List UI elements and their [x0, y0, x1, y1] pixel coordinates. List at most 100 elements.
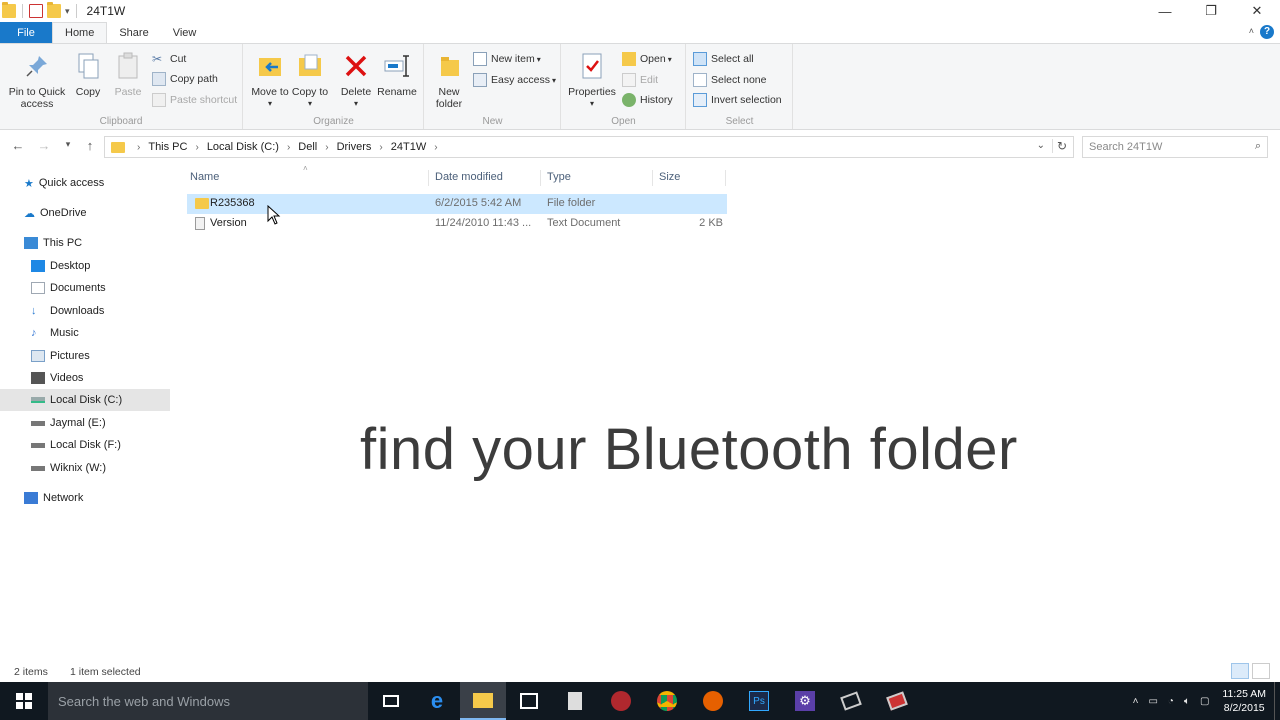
properties-icon — [576, 50, 608, 82]
nav-item-this-pc[interactable]: This PC — [24, 232, 194, 254]
action-center-icon[interactable]: ▢ — [1195, 696, 1214, 707]
tab-home[interactable]: Home — [52, 22, 108, 43]
forward-button[interactable]: → — [34, 138, 54, 153]
file-type: Text Document — [547, 217, 621, 229]
new-folder-button[interactable]: New folder — [431, 50, 467, 110]
properties-button[interactable]: Properties ▾ — [566, 50, 618, 110]
chevron-right-icon: › — [325, 141, 329, 153]
firefox-button[interactable] — [690, 682, 736, 720]
taskbar-clock[interactable]: 11:25 AM 8/2/2015 — [1214, 687, 1274, 715]
move-to-button[interactable]: Move to ▾ — [250, 50, 290, 110]
copy-path-button[interactable]: Copy path — [152, 70, 218, 88]
nav-item-downloads[interactable]: ↓ Downloads — [31, 300, 201, 322]
nav-item-quick-access[interactable]: ★ Quick access — [24, 172, 194, 194]
column-header-date-modified[interactable]: Date modified — [435, 171, 503, 183]
paste-shortcut-button[interactable]: Paste shortcut — [152, 91, 237, 109]
show-desktop-button[interactable] — [1274, 682, 1280, 720]
breadcrumb-drivers[interactable]: Drivers › — [337, 141, 391, 153]
taskbar-search-box[interactable]: Search the web and Windows — [48, 682, 368, 720]
copy-button[interactable]: Copy — [72, 50, 104, 98]
nav-item-music[interactable]: ♪ Music — [31, 322, 201, 344]
recent-locations-button[interactable]: ▾ — [58, 139, 78, 150]
paste-button[interactable]: Paste — [112, 50, 144, 98]
nav-item-local-disk-c[interactable]: Local Disk (C:) — [0, 389, 170, 411]
store-button[interactable] — [506, 682, 552, 720]
refresh-icon[interactable]: ↻ — [1051, 139, 1067, 153]
up-button[interactable]: ↑ — [80, 138, 100, 153]
nav-item-onedrive[interactable]: ☁ OneDrive — [24, 202, 194, 224]
search-box[interactable]: Search 24T1W ⌕ — [1082, 136, 1268, 158]
minimize-button[interactable]: — — [1142, 0, 1188, 22]
large-icons-view-button[interactable] — [1252, 663, 1270, 679]
notepad-button[interactable] — [552, 682, 598, 720]
invert-selection-button[interactable]: Invert selection — [693, 91, 782, 109]
file-date: 6/2/2015 5:42 AM — [435, 197, 522, 209]
tab-share[interactable]: Share — [107, 22, 160, 43]
back-button[interactable]: ← — [8, 138, 28, 153]
nav-item-desktop[interactable]: Desktop — [31, 255, 201, 277]
restore-button[interactable]: ❐ — [1188, 0, 1234, 22]
details-view-button[interactable] — [1231, 663, 1249, 679]
breadcrumb-local-disk-c[interactable]: Local Disk (C:) › — [207, 141, 298, 153]
taskbar: Search the web and Windows e Ps ⚙ ˄ ▭ ◔ … — [0, 682, 1280, 720]
tab-view[interactable]: View — [161, 22, 209, 43]
music-player-button[interactable] — [598, 682, 644, 720]
column-header-name[interactable]: Name — [190, 171, 219, 183]
start-button[interactable] — [0, 682, 48, 720]
photoshop-button[interactable]: Ps — [736, 682, 782, 720]
package-icon — [840, 691, 862, 711]
selection-count: 1 item selected — [70, 666, 141, 678]
help-icon[interactable]: ? — [1260, 25, 1274, 39]
new-folder-icon[interactable] — [47, 2, 61, 18]
nav-item-pictures[interactable]: Pictures — [31, 345, 201, 367]
close-button[interactable]: ✕ — [1234, 0, 1280, 22]
customize-qat-icon[interactable]: ▾ — [65, 6, 70, 17]
chrome-button[interactable] — [644, 682, 690, 720]
address-dropdown-icon[interactable]: ⌄ — [1037, 140, 1045, 151]
new-item-button[interactable]: New item ▾ — [473, 50, 541, 68]
nav-item-videos[interactable]: Videos — [31, 367, 201, 389]
file-explorer-button[interactable] — [460, 682, 506, 720]
tab-file[interactable]: File — [0, 22, 52, 43]
edit-button[interactable]: Edit — [622, 71, 658, 89]
rename-button[interactable]: Rename — [377, 50, 417, 98]
collapse-ribbon-icon[interactable]: ˄ — [1249, 26, 1254, 36]
easy-access-button[interactable]: Easy access ▾ — [473, 71, 556, 89]
breadcrumb-this-pc[interactable]: This PC › — [148, 141, 206, 153]
open-button[interactable]: Open ▾ — [622, 50, 672, 68]
nav-item-documents[interactable]: Documents — [31, 277, 201, 299]
battery-icon[interactable]: ▭ — [1143, 696, 1162, 707]
status-bar: 2 items 1 item selected — [0, 662, 1280, 682]
breadcrumb-dell[interactable]: Dell › — [298, 141, 336, 153]
window-title: 24T1W — [86, 4, 126, 18]
gear-icon: ⚙ — [795, 691, 815, 711]
network-tray-icon[interactable]: ◔ — [1163, 696, 1179, 707]
breadcrumb-24t1w[interactable]: 24T1W › — [391, 141, 446, 153]
properties-icon[interactable] — [29, 4, 43, 18]
nav-item-network[interactable]: Network — [24, 487, 194, 509]
nav-item-wiknix-w[interactable]: Wiknix (W:) — [31, 457, 201, 479]
volume-icon[interactable]: 🔈︎ — [1179, 696, 1195, 707]
column-header-size[interactable]: Size — [659, 171, 680, 183]
history-button[interactable]: History — [622, 91, 673, 109]
delete-button[interactable]: Delete ▾ — [336, 50, 376, 110]
ribbon: Pin to Quick access Copy Paste ✂ Cut Cop… — [0, 43, 1280, 130]
new-item-icon — [473, 52, 487, 66]
task-view-button[interactable] — [368, 682, 414, 720]
move-to-icon — [254, 50, 286, 82]
select-none-button[interactable]: Select none — [693, 71, 766, 89]
app-button-2[interactable] — [874, 682, 920, 720]
nav-item-local-disk-f[interactable]: Local Disk (F:) — [31, 434, 201, 456]
app-button-1[interactable] — [828, 682, 874, 720]
select-all-button[interactable]: Select all — [693, 50, 754, 68]
column-header-type[interactable]: Type — [547, 171, 571, 183]
pin-to-quick-access-button[interactable]: Pin to Quick access — [6, 50, 68, 110]
select-all-icon — [693, 52, 707, 66]
settings-app-button[interactable]: ⚙ — [782, 682, 828, 720]
nav-item-jaymal-e[interactable]: Jaymal (E:) — [31, 412, 201, 434]
copy-to-button[interactable]: Copy to ▾ — [290, 50, 330, 110]
show-hidden-icons-icon[interactable]: ˄ — [1128, 696, 1144, 707]
address-bar[interactable]: › This PC › Local Disk (C:) › Dell › Driver… — [104, 136, 1074, 158]
edge-button[interactable]: e — [414, 682, 460, 720]
cut-button[interactable]: ✂ Cut — [152, 50, 186, 68]
